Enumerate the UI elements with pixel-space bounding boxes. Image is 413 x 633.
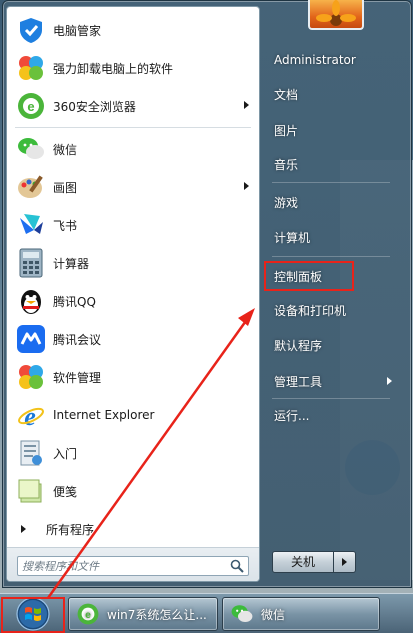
calculator-icon	[15, 247, 47, 279]
program-item-sticky-notes[interactable]: 便笺	[7, 472, 259, 510]
program-label: 入门	[53, 446, 78, 461]
program-item-feishu[interactable]: 飞书	[7, 206, 259, 244]
right-item-label: 设备和打印机	[274, 303, 347, 318]
paint-icon	[15, 171, 47, 203]
wechat-icon	[229, 601, 255, 627]
program-label: 强力卸载电脑上的软件	[53, 61, 174, 76]
program-item-tencent-meeting[interactable]: 腾讯会议	[7, 320, 259, 358]
svg-text:e: e	[24, 402, 36, 430]
user-name-link[interactable]: Administrator	[266, 45, 396, 75]
submenu-arrow-icon	[244, 101, 249, 109]
program-label: 计算器	[53, 256, 90, 271]
program-item-qq[interactable]: 腾讯QQ	[7, 282, 259, 320]
program-item-software-manager[interactable]: 软件管理	[7, 358, 259, 396]
shutdown-options-button[interactable]	[334, 551, 356, 573]
program-item-paint[interactable]: 画图	[7, 168, 259, 206]
music-link[interactable]: 音乐	[266, 149, 396, 179]
divider	[15, 127, 251, 128]
expand-arrow-icon	[21, 525, 26, 533]
program-label: 电脑管家	[53, 23, 102, 38]
program-label: 360安全浏览器	[53, 99, 136, 114]
user-avatar[interactable]	[308, 0, 364, 30]
sticky-notes-icon	[15, 475, 47, 507]
program-label: 飞书	[53, 218, 78, 233]
software-manager-icon	[15, 361, 47, 393]
submenu-arrow-icon	[387, 377, 392, 385]
internet-explorer-icon: e	[15, 399, 47, 431]
right-item-label: 管理工具	[274, 374, 323, 389]
control-panel-highlight	[264, 261, 354, 291]
divider	[272, 398, 390, 399]
qq-icon	[15, 285, 47, 317]
shutdown-button[interactable]: 关机	[272, 551, 334, 573]
right-item-label: 默认程序	[274, 338, 323, 353]
games-link[interactable]: 游戏	[266, 187, 396, 217]
program-item-pc-manager[interactable]: 电脑管家	[7, 11, 259, 49]
right-item-label: 文档	[274, 87, 299, 102]
run-link[interactable]: 运行...	[266, 400, 396, 430]
program-item-getting-started[interactable]: 入门	[7, 434, 259, 472]
search-area	[7, 547, 259, 581]
start-button-highlight	[1, 597, 65, 633]
divider	[272, 182, 390, 183]
devices-printers-link[interactable]: 设备和打印机	[266, 295, 396, 325]
program-item-internet-explorer[interactable]: e Internet Explorer	[7, 396, 259, 434]
program-label: 便笺	[53, 484, 78, 499]
tencent-pc-manager-icon	[15, 14, 47, 46]
program-label: 软件管理	[53, 370, 102, 385]
360-browser-icon: e	[15, 90, 47, 122]
program-label: 腾讯会议	[53, 332, 102, 347]
getting-started-icon	[15, 437, 47, 469]
all-programs-label: 所有程序	[46, 522, 95, 537]
computer-link[interactable]: 计算机	[266, 222, 396, 252]
program-item-calculator[interactable]: 计算器	[7, 244, 259, 282]
program-item-wechat[interactable]: 微信	[7, 130, 259, 168]
pinned-programs-list: 电脑管家 强力卸载电脑上的软件 e 360安全浏览器 微信 画图 飞书 计算器 …	[7, 11, 259, 510]
feishu-icon	[15, 209, 47, 241]
right-item-label: Administrator	[274, 53, 356, 67]
program-item-uninstall[interactable]: 强力卸载电脑上的软件	[7, 49, 259, 87]
taskbar-button-browser[interactable]: e win7系统怎么让...	[68, 597, 218, 631]
svg-text:e: e	[27, 99, 34, 114]
search-input[interactable]	[22, 558, 220, 574]
program-label: 画图	[53, 180, 78, 195]
taskbar-button-label: 微信	[261, 607, 286, 622]
program-label: 微信	[53, 142, 78, 157]
divider	[272, 256, 390, 257]
start-menu-programs-panel: 电脑管家 强力卸载电脑上的软件 e 360安全浏览器 微信 画图 飞书 计算器 …	[6, 6, 260, 582]
right-item-label: 游戏	[274, 195, 299, 210]
right-item-label: 运行...	[274, 408, 310, 423]
uninstall-icon	[15, 52, 47, 84]
wechat-icon	[15, 133, 47, 165]
program-label: Internet Explorer	[53, 408, 155, 422]
right-item-label: 图片	[274, 123, 299, 138]
admin-tools-link[interactable]: 管理工具	[266, 366, 396, 396]
default-programs-link[interactable]: 默认程序	[266, 330, 396, 360]
search-box	[17, 556, 249, 576]
documents-link[interactable]: 文档	[266, 79, 396, 109]
program-label: 腾讯QQ	[53, 294, 96, 309]
all-programs-button[interactable]: 所有程序	[7, 516, 259, 542]
right-item-label: 音乐	[274, 157, 299, 172]
chevron-right-icon	[342, 558, 347, 566]
program-item-360-browser[interactable]: e 360安全浏览器	[7, 87, 259, 125]
taskbar-button-label: win7系统怎么让...	[107, 607, 207, 622]
360-browser-icon: e	[75, 601, 101, 627]
pictures-link[interactable]: 图片	[266, 115, 396, 145]
right-item-label: 计算机	[274, 230, 311, 245]
svg-text:e: e	[85, 610, 91, 621]
tencent-meeting-icon	[15, 323, 47, 355]
search-icon[interactable]	[230, 559, 244, 576]
submenu-arrow-icon	[244, 182, 249, 190]
taskbar-button-wechat[interactable]: 微信	[222, 597, 380, 631]
